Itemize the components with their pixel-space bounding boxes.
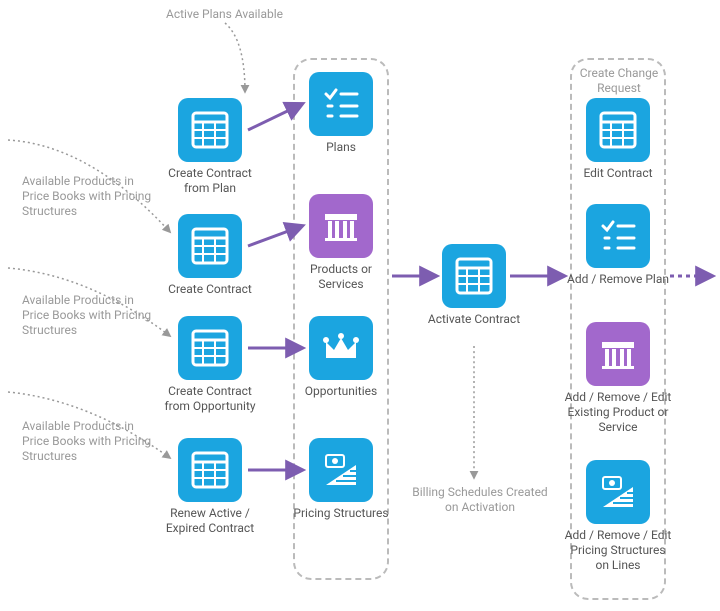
tile-renew-contract xyxy=(178,438,242,502)
annotation-avail-1: Available Products in Price Books with P… xyxy=(22,174,152,219)
label-add-remove-pricing: Add / Remove / Edit Pricing Structures o… xyxy=(563,528,673,573)
tile-plans xyxy=(309,72,373,136)
annotation-active-plans: Active Plans Available xyxy=(166,7,326,22)
label-renew-contract: Renew Active / Expired Contract xyxy=(155,506,265,536)
pricing-icon xyxy=(598,472,638,512)
annotation-avail-3: Available Products in Price Books with P… xyxy=(22,419,152,464)
spreadsheet-icon xyxy=(190,328,230,368)
label-pricing-structures: Pricing Structures xyxy=(286,506,396,521)
checklist-icon xyxy=(321,84,361,124)
tile-add-remove-plan xyxy=(586,204,650,268)
label-products-services: Products or Services xyxy=(286,262,396,292)
label-create-contract-from-opportunity: Create Contract from Opportunity xyxy=(155,384,265,414)
spreadsheet-icon xyxy=(454,256,494,296)
tile-add-remove-product xyxy=(586,322,650,386)
tile-create-contract-from-opportunity xyxy=(178,316,242,380)
building-icon xyxy=(321,206,361,246)
tile-create-contract-from-plan xyxy=(178,98,242,162)
tile-activate-contract xyxy=(442,244,506,308)
tile-add-remove-pricing xyxy=(586,460,650,524)
label-add-remove-product: Add / Remove / Edit Existing Product or … xyxy=(563,390,673,435)
label-edit-contract: Edit Contract xyxy=(563,166,673,181)
tile-opportunities xyxy=(309,316,373,380)
spreadsheet-icon xyxy=(190,226,230,266)
annotation-change-request: Create Change Request xyxy=(577,66,661,96)
label-create-contract: Create Contract xyxy=(155,282,265,297)
label-activate-contract: Activate Contract xyxy=(419,312,529,327)
spreadsheet-icon xyxy=(598,110,638,150)
tile-edit-contract xyxy=(586,98,650,162)
label-plans: Plans xyxy=(286,140,396,155)
annotation-avail-2: Available Products in Price Books with P… xyxy=(22,293,152,338)
spreadsheet-icon xyxy=(190,450,230,490)
pricing-icon xyxy=(321,450,361,490)
checklist-icon xyxy=(598,216,638,256)
spreadsheet-icon xyxy=(190,110,230,150)
label-create-contract-from-plan: Create Contract from Plan xyxy=(155,166,265,196)
tile-pricing-structures xyxy=(309,438,373,502)
annotation-billing: Billing Schedules Created on Activation xyxy=(405,485,555,515)
label-opportunities: Opportunities xyxy=(286,384,396,399)
tile-products-services xyxy=(309,194,373,258)
label-add-remove-plan: Add / Remove Plan xyxy=(563,272,673,287)
building-icon xyxy=(598,334,638,374)
tile-create-contract xyxy=(178,214,242,278)
crown-icon xyxy=(321,328,361,368)
